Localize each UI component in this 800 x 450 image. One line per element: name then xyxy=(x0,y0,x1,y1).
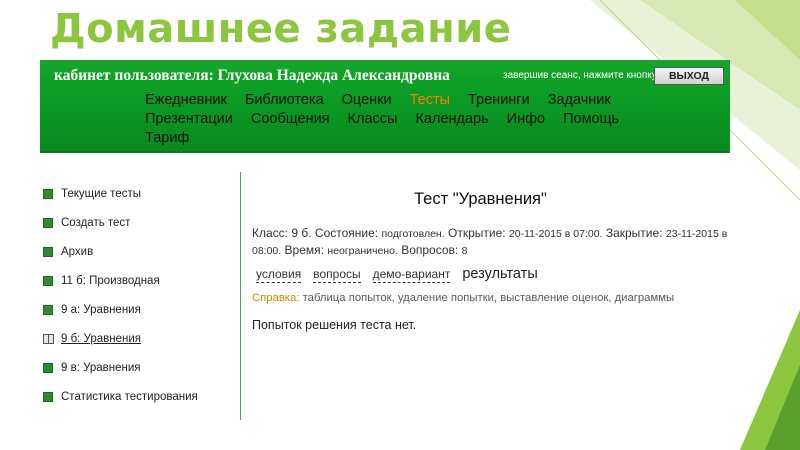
sidebar-item-11b-derivative[interactable]: 11 б: Производная xyxy=(43,271,160,291)
open-value: 20-11-2015 в 07:00. xyxy=(508,228,603,240)
help-link-delete-attempt[interactable]: удаление попытки xyxy=(398,292,494,304)
main-menu: Ежедневник Библиотека Оценки Тесты Трени… xyxy=(145,91,685,148)
open-book-icon xyxy=(43,334,54,344)
help-link-set-grades[interactable]: выставление оценок xyxy=(500,292,608,304)
tab-questions[interactable]: вопросы xyxy=(313,267,361,283)
logout-button[interactable]: ВЫХОД xyxy=(654,67,724,85)
menu-item-trainings[interactable]: Тренинги xyxy=(468,91,530,110)
sidebar-item-9a-equations[interactable]: 9 а: Уравнения xyxy=(43,300,141,320)
state-value: подготовлен. xyxy=(381,228,445,240)
sidebar-item-archive[interactable]: Архив xyxy=(43,242,93,262)
menu-row-2: Презентации Сообщения Классы Календарь И… xyxy=(145,110,685,129)
class-value: 9 б. xyxy=(291,226,312,240)
menu-row-3: Тариф xyxy=(145,129,685,148)
sidebar-divider xyxy=(240,172,241,420)
square-bullet-icon xyxy=(43,392,53,402)
time-value: неограничено. xyxy=(327,245,398,257)
square-bullet-icon xyxy=(43,247,53,257)
tab-conditions[interactable]: условия xyxy=(256,267,302,283)
slide-title: Домашнее задание xyxy=(50,6,512,52)
sidebar-item-create-test[interactable]: Создать тест xyxy=(43,213,130,233)
menu-item-messages[interactable]: Сообщения xyxy=(251,110,330,129)
sidebar-item-testing-statistics[interactable]: Статистика тестирования xyxy=(43,387,198,407)
help-section: Справка: таблица попыток, удаление попыт… xyxy=(252,292,675,304)
test-info: Класс: 9 б. Состояние: подготовлен. Откр… xyxy=(252,225,730,259)
menu-item-calendar[interactable]: Календарь xyxy=(415,110,488,129)
test-tabs: условия вопросы демо-вариант результаты xyxy=(256,266,550,283)
help-link-diagrams[interactable]: диаграммы xyxy=(615,292,675,304)
sidebar-item-label: Архив xyxy=(61,246,94,258)
sidebar-item-current-tests[interactable]: Текущие тесты xyxy=(43,184,141,204)
menu-item-info[interactable]: Инфо xyxy=(507,110,545,129)
header-bar: кабинет пользователя: Глухова Надежда Ал… xyxy=(40,60,730,153)
square-bullet-icon xyxy=(43,218,53,228)
square-bullet-icon xyxy=(43,363,53,373)
menu-item-diary[interactable]: Ежедневник xyxy=(145,91,227,110)
tab-results[interactable]: результаты xyxy=(462,266,537,283)
square-bullet-icon xyxy=(43,305,53,315)
menu-item-classes[interactable]: Классы xyxy=(348,110,398,129)
no-attempts-message: Попыток решения теста нет. xyxy=(252,318,417,332)
user-cabinet-label: кабинет пользователя: Глухова Надежда Ал… xyxy=(54,67,450,84)
sidebar-item-9b-equations[interactable]: 9 б: Уравнения xyxy=(43,329,141,349)
questions-label: Вопросов: xyxy=(401,243,459,257)
menu-item-library[interactable]: Библиотека xyxy=(245,91,324,110)
sidebar-item-label: 9 а: Уравнения xyxy=(61,304,141,316)
logout-hint: завершив сеанс, нажмите кнопку xyxy=(503,70,657,81)
test-title: Тест "Уравнения" xyxy=(414,190,547,208)
menu-item-tariff[interactable]: Тариф xyxy=(145,129,189,148)
menu-item-presentations[interactable]: Презентации xyxy=(145,110,233,129)
menu-item-problem-book[interactable]: Задачник xyxy=(548,91,611,110)
help-link-attempts-table[interactable]: таблица попыток xyxy=(303,292,392,304)
sidebar-item-label: 9 б: Уравнения xyxy=(61,333,142,345)
menu-item-tests[interactable]: Тесты xyxy=(410,91,450,110)
sidebar-item-9v-equations[interactable]: 9 в: Уравнения xyxy=(43,358,141,378)
square-bullet-icon xyxy=(43,189,53,199)
sidebar-item-label: Статистика тестирования xyxy=(61,391,198,403)
menu-row-1: Ежедневник Библиотека Оценки Тесты Трени… xyxy=(145,91,685,110)
close-label: Закрытие: xyxy=(605,226,663,240)
sidebar-item-label: Текущие тесты xyxy=(61,188,141,200)
questions-value: 8 xyxy=(461,245,468,257)
sidebar-item-label: Создать тест xyxy=(61,217,131,229)
time-label: Время: xyxy=(284,243,324,257)
class-label: Класс: xyxy=(252,226,288,240)
screenshot-frame: кабинет пользователя: Глухова Надежда Ал… xyxy=(40,60,730,424)
help-label: Справка: xyxy=(252,292,300,304)
menu-item-grades[interactable]: Оценки xyxy=(342,91,392,110)
tab-demo-variant[interactable]: демо-вариант xyxy=(372,267,451,283)
square-bullet-icon xyxy=(43,276,53,286)
state-label: Состояние: xyxy=(314,226,379,240)
open-label: Открытие: xyxy=(448,226,506,240)
menu-item-help[interactable]: Помощь xyxy=(563,110,619,129)
sidebar-item-label: 11 б: Производная xyxy=(61,275,160,287)
sidebar-item-label: 9 в: Уравнения xyxy=(61,362,141,374)
